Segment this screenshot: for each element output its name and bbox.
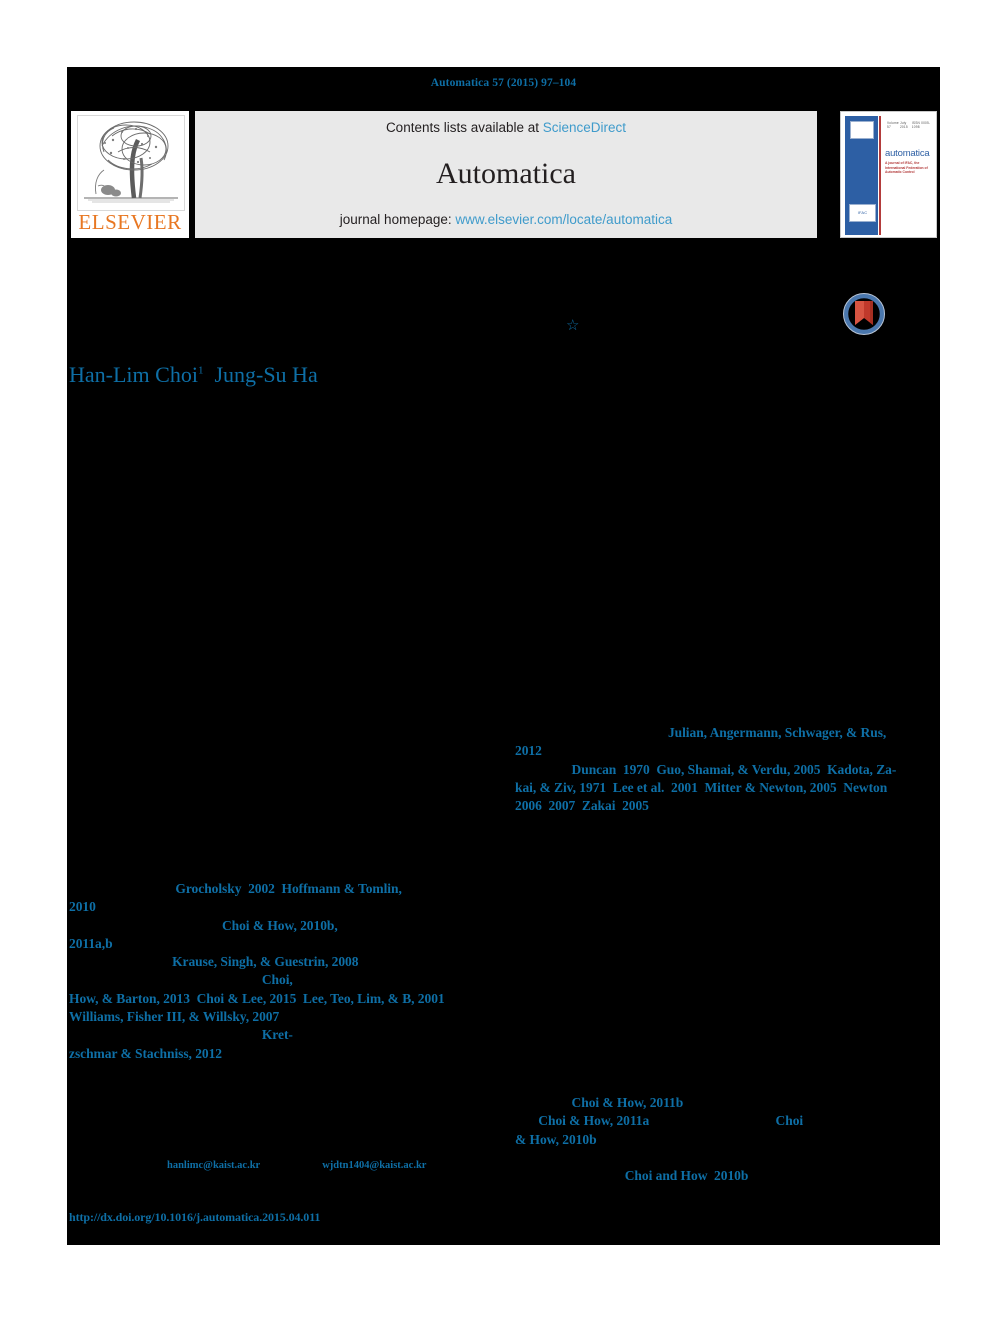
journal-title: Automatica bbox=[436, 157, 576, 190]
journal-band: Contents lists available at ScienceDirec… bbox=[195, 111, 817, 238]
doi-link[interactable]: http://dx.doi.org/10.1016/j.automatica.2… bbox=[69, 1210, 320, 1225]
sciencedirect-link[interactable]: ScienceDirect bbox=[543, 120, 626, 135]
homepage-prefix: journal homepage: bbox=[339, 212, 456, 227]
running-head: Automatica 57 (2015) 97–104 bbox=[430, 77, 577, 89]
homepage-line: journal homepage: www.elsevier.com/locat… bbox=[195, 212, 817, 227]
cover-date: July 2015 bbox=[899, 121, 908, 129]
cover-elsevier-mark-icon bbox=[850, 121, 874, 139]
citation-block-approach-right[interactable]: Choi & How, 2011b Choi & How, 2011a Choi… bbox=[515, 1094, 945, 1149]
corresponding-emails: hanlimc@kaist.ac.kr wjdtn1404@kaist.ac.kr bbox=[167, 1160, 587, 1171]
cover-subtitle: A journal of IFAC, the International Fed… bbox=[885, 161, 928, 175]
elsevier-wordmark: ELSEVIER bbox=[78, 210, 182, 234]
crossmark-badge-icon bbox=[843, 293, 885, 335]
email-address-1[interactable]: hanlimc@kaist.ac.kr bbox=[167, 1160, 260, 1171]
journal-cover-thumbnail: Volume 57 July 2015 ISSN 0005-1098 autom… bbox=[840, 111, 937, 238]
elsevier-logo: ELSEVIER bbox=[71, 111, 189, 238]
cover-issue-line: Volume 57 July 2015 ISSN 0005-1098 bbox=[887, 121, 932, 129]
author-name-1[interactable]: Han-Lim Choi bbox=[69, 362, 198, 387]
crossmark-badge[interactable] bbox=[842, 292, 886, 336]
cover-title: automatica bbox=[885, 148, 930, 159]
contents-prefix: Contents lists available at bbox=[385, 120, 543, 135]
citation-block-related-work-left[interactable]: Grocholsky 2002 Hoffmann & Tomlin, 2010 … bbox=[69, 880, 499, 1063]
cover-issn: ISSN 0005-1098 bbox=[911, 121, 931, 129]
author-list: Han-Lim Choi1 Jung-Su Ha bbox=[69, 362, 318, 388]
title-footnote-star-icon: ☆ bbox=[566, 318, 580, 334]
cover-rule bbox=[879, 116, 881, 235]
ifac-logo-icon: IFAC bbox=[849, 204, 876, 222]
contents-line: Contents lists available at ScienceDirec… bbox=[195, 120, 817, 135]
citation-block-intro-right[interactable]: Julian, Angermann, Schwager, & Rus, 2012… bbox=[515, 724, 945, 815]
homepage-link[interactable]: www.elsevier.com/locate/automatica bbox=[455, 212, 672, 227]
elsevier-tree-icon bbox=[77, 115, 185, 211]
paper-page: Automatica 57 (2015) 97–104 ELSEVIER Con… bbox=[67, 67, 940, 1245]
author-name-2[interactable]: Jung-Su Ha bbox=[214, 362, 317, 387]
journal-masthead: ELSEVIER Contents lists available at Sci… bbox=[71, 111, 937, 238]
author-affiliation-marker-1: 1 bbox=[197, 364, 204, 377]
cover-volume: Volume 57 bbox=[887, 121, 899, 129]
email-address-2[interactable]: wjdtn1404@kaist.ac.kr bbox=[322, 1160, 426, 1171]
elsevier-tree-svg bbox=[78, 116, 184, 210]
